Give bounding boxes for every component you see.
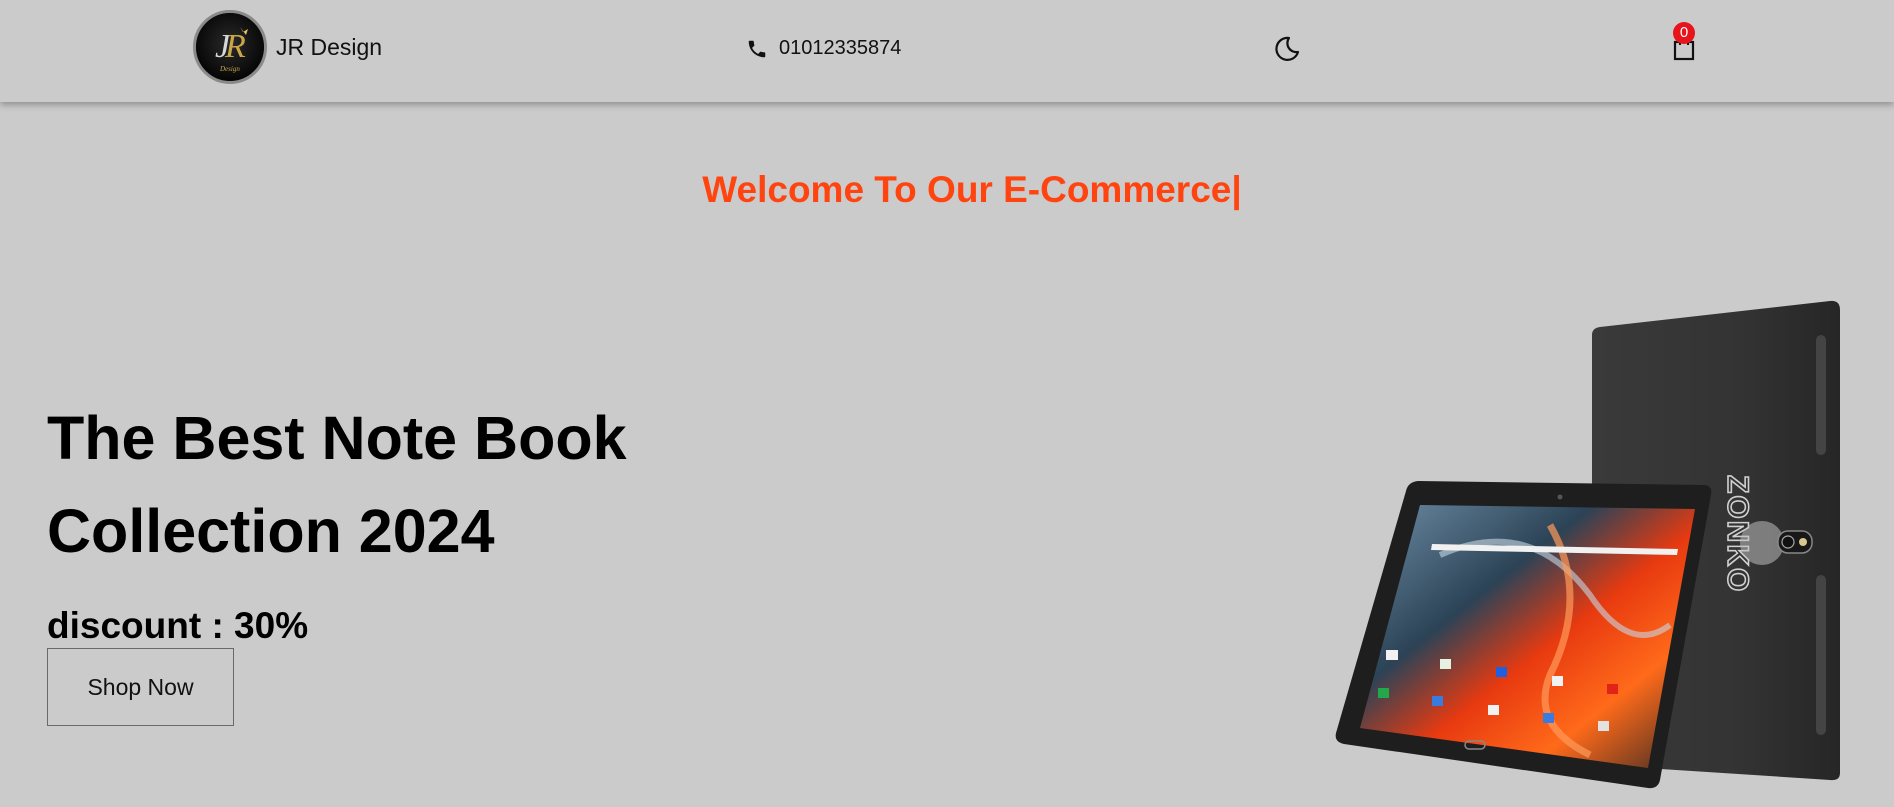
phone-icon — [748, 40, 766, 57]
tablet-product-image: ZONKO — [1330, 295, 1850, 795]
phone-link[interactable]: 01012335874 — [746, 37, 901, 60]
discount-text: discount : 30% — [47, 605, 309, 646]
shop-now-button[interactable]: Shop Now — [47, 648, 234, 726]
hero-title: The Best Note Book Collection 2024 — [47, 392, 747, 578]
dark-mode-toggle[interactable] — [1272, 33, 1302, 63]
moon-icon — [1275, 36, 1300, 61]
welcome-heading: Welcome To Our E-Commerce| — [702, 169, 1242, 210]
brand-logo-link[interactable]: J R Design JR Design — [193, 10, 382, 84]
svg-text:R: R — [224, 28, 246, 65]
svg-text:Design: Design — [219, 65, 240, 73]
brand-name: JR Design — [276, 33, 383, 60]
cart-count-badge: 0 — [1673, 22, 1695, 44]
logo-icon: J R Design — [193, 10, 267, 84]
site-header: J R Design JR Design 01012335874 0 — [0, 0, 1894, 102]
hero-title-line-1: The Best Note Book — [47, 404, 627, 472]
hero-title-line-2: Collection 2024 — [47, 497, 495, 565]
phone-number: 01012335874 — [779, 37, 902, 59]
